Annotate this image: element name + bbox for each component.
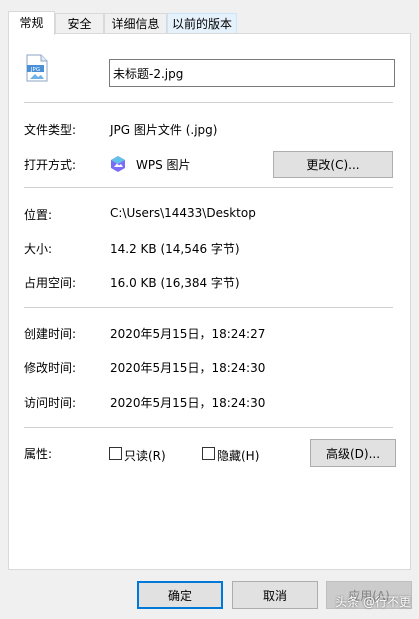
location-label: 位置: [24,208,53,222]
tab-security[interactable]: 安全 [55,13,104,33]
open-with-label: 打开方式: [24,158,77,172]
separator [24,102,393,103]
readonly-checkbox[interactable] [109,447,122,460]
size-value: 14.2 KB (14,546 字节) [110,242,240,256]
separator [24,307,393,308]
readonly-label[interactable]: 只读(R) [124,447,166,464]
attributes-label: 属性: [24,447,53,461]
separator [24,427,393,428]
created-value: 2020年5月15日，18:24:27 [110,327,266,341]
tab-details[interactable]: 详细信息 [104,13,167,33]
accessed-label: 访问时间: [24,396,77,410]
open-with-app: WPS 图片 [136,158,191,172]
modified-value: 2020年5月15日，18:24:30 [110,361,266,375]
size-label: 大小: [24,242,53,256]
watermark-text: 头条 @行不更 [335,595,411,609]
change-button[interactable]: 更改(C)... [273,151,393,178]
cancel-button[interactable]: 取消 [232,581,318,609]
created-label: 创建时间: [24,327,77,341]
location-value: C:\Users\14433\Desktop [110,206,256,220]
advanced-button[interactable]: 高级(D)... [310,439,396,467]
tab-general[interactable]: 常规 [8,11,55,35]
wps-image-icon [109,155,127,173]
size-on-disk-value: 16.0 KB (16,384 字节) [110,276,240,290]
hidden-label[interactable]: 隐藏(H) [217,447,259,464]
ok-button[interactable]: 确定 [137,581,223,609]
general-panel [8,33,411,570]
separator [24,187,393,188]
file-type-value: JPG 图片文件 (.jpg) [110,123,218,137]
accessed-value: 2020年5月15日，18:24:30 [110,396,266,410]
file-type-label: 文件类型: [24,123,77,137]
tab-previous-versions[interactable]: 以前的版本 [167,13,237,33]
jpg-file-icon: JPG [24,54,50,82]
size-on-disk-label: 占用空间: [24,276,77,290]
file-name-input[interactable] [109,59,395,87]
hidden-checkbox[interactable] [202,447,215,460]
modified-label: 修改时间: [24,361,77,375]
file-icon-text: JPG [30,67,40,73]
